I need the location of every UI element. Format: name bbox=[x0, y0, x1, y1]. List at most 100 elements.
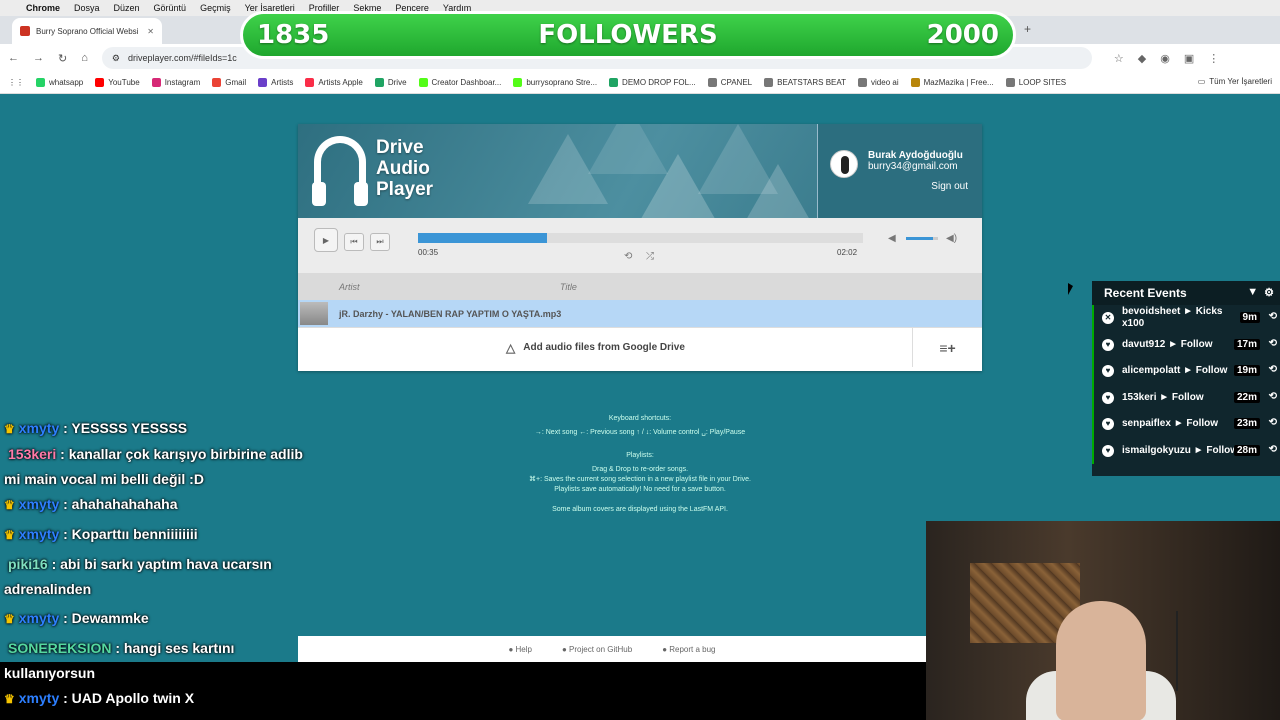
chat-message: 153keri : kanallar çok karışıyo birbirin… bbox=[4, 446, 303, 487]
playlist-header: Artist Title bbox=[298, 273, 982, 300]
volume-slider[interactable] bbox=[906, 237, 938, 240]
mute-icon[interactable]: ◀ bbox=[888, 233, 896, 244]
streamer bbox=[1056, 601, 1146, 720]
add-files-button[interactable]: Add audio files from Google Drive bbox=[523, 342, 685, 353]
replay-icon[interactable]: ⟲ bbox=[1269, 338, 1277, 349]
close-tab-icon[interactable]: ✕ bbox=[147, 27, 154, 36]
followers-goal: 2000 bbox=[926, 20, 999, 50]
menu-dosya[interactable]: Dosya bbox=[74, 3, 100, 13]
chat-message: ♛ xmyty : ahahahahahaha bbox=[0, 492, 320, 518]
user-email: burry34@gmail.com bbox=[868, 161, 958, 172]
heart-icon: ♥ bbox=[1102, 444, 1114, 457]
bookmark-item[interactable]: LOOP SITES bbox=[1005, 78, 1066, 87]
sign-out-link[interactable]: Sign out bbox=[931, 181, 968, 192]
puzzle-icon[interactable]: ▣ bbox=[1184, 52, 1194, 65]
extension-icon[interactable]: ◆ bbox=[1138, 52, 1146, 65]
heart-icon: ♥ bbox=[1102, 365, 1114, 377]
elapsed-time: 00:35 bbox=[418, 248, 439, 257]
followers-goal-bar: 1835 FOLLOWERS 2000 bbox=[240, 11, 1016, 59]
chat-overlay: ♛ xmyty : YESSSS YESSSS 153keri : kanalla… bbox=[0, 416, 320, 712]
bookmark-item[interactable]: Instagram bbox=[151, 78, 200, 87]
bookmark-item[interactable]: MazMazika | Free... bbox=[910, 78, 994, 87]
event-item[interactable]: ✕ bevoidsheet ► Kicks x100 9m ⟲ bbox=[1092, 305, 1280, 332]
bookmark-item[interactable]: YouTube bbox=[95, 78, 140, 87]
user-name: Burak Aydoğduoğlu bbox=[868, 150, 963, 161]
track-row[interactable]: jR. Darzhy - YALAN/BEN RAP YAPTIM O YAŞT… bbox=[298, 300, 982, 327]
column-artist[interactable]: Artist bbox=[339, 282, 560, 292]
recent-events-header: Recent Events ▼ ⚙ bbox=[1092, 281, 1280, 305]
previous-button[interactable]: ⏮ bbox=[344, 233, 364, 251]
github-link[interactable]: ● Project on GitHub bbox=[562, 645, 632, 654]
all-bookmarks[interactable]: ▭ Tüm Yer İşaretleri bbox=[1198, 77, 1272, 86]
avatar bbox=[830, 150, 858, 178]
chat-message: ♛ xmyty : Koparttıı benniiiiiiii bbox=[0, 522, 320, 548]
bookmark-star-icon[interactable]: ☆ bbox=[1114, 52, 1124, 65]
total-time: 02:02 bbox=[837, 248, 858, 257]
replay-icon[interactable]: ⟲ bbox=[1269, 444, 1277, 455]
event-item[interactable]: ♥ davut912 ► Follow 17m ⟲ bbox=[1092, 331, 1280, 358]
site-settings-icon[interactable]: ⚙ bbox=[112, 53, 120, 64]
microphone-arm bbox=[1176, 611, 1216, 691]
bookmark-item[interactable]: CPANEL bbox=[707, 78, 752, 87]
url-text: driveplayer.com/#fileIds=1c bbox=[127, 53, 237, 63]
playlist-add-icon[interactable]: ≡+ bbox=[912, 328, 982, 367]
menu-goruntu[interactable]: Görüntü bbox=[154, 3, 187, 13]
event-item[interactable]: ♥ 153keri ► Follow 22m ⟲ bbox=[1092, 384, 1280, 411]
site-favicon-icon bbox=[20, 26, 30, 36]
report-bug-link[interactable]: ● Report a bug bbox=[662, 645, 715, 654]
apps-grid-icon[interactable]: ⋮⋮ bbox=[8, 78, 24, 87]
volume-max-icon[interactable]: ◀) bbox=[946, 233, 957, 244]
record-icon[interactable]: ◉ bbox=[1160, 52, 1170, 65]
column-title[interactable]: Title bbox=[560, 282, 577, 292]
heart-icon: ♥ bbox=[1102, 338, 1114, 351]
bookmark-item[interactable]: Artists Apple bbox=[305, 78, 363, 87]
crown-icon: ♛ bbox=[4, 692, 15, 706]
crown-icon: ♛ bbox=[4, 612, 15, 626]
heart-icon: ♥ bbox=[1102, 391, 1114, 404]
bookmark-item[interactable]: BEATSTARS BEAT bbox=[764, 78, 846, 87]
play-button[interactable]: ▶ bbox=[314, 228, 338, 252]
reload-icon[interactable]: ↻ bbox=[58, 52, 67, 65]
filter-icon[interactable]: ▼ bbox=[1247, 286, 1258, 299]
drive-audio-player: Drive Audio Player Burak Aydoğduoğlu bur… bbox=[298, 124, 982, 371]
bookmark-item[interactable]: burrysoprano Stre... bbox=[513, 78, 597, 87]
gear-icon[interactable]: ⚙ bbox=[1264, 286, 1274, 299]
event-item[interactable]: ♥ senpaiflex ► Follow 23m ⟲ bbox=[1092, 411, 1280, 438]
menu-gecmis[interactable]: Geçmiş bbox=[200, 3, 231, 13]
recent-events-panel: Recent Events ▼ ⚙ ✕ bevoidsheet ► Kicks x1… bbox=[1092, 281, 1280, 476]
next-button[interactable]: ⏭ bbox=[370, 233, 390, 251]
event-item[interactable]: ♥ alicempolatt ► Follow 19m ⟲ bbox=[1092, 358, 1280, 385]
bookmark-item[interactable]: Gmail bbox=[212, 78, 246, 87]
shuffle-icon[interactable]: ⤮ bbox=[646, 251, 654, 262]
folder-icon: ▭ bbox=[1197, 77, 1206, 86]
shortcuts-info: Keyboard shortcuts: →: Next song ←: Prev… bbox=[529, 415, 751, 513]
forward-icon[interactable]: → bbox=[33, 52, 44, 64]
back-icon[interactable]: ← bbox=[8, 52, 19, 64]
bookmark-item[interactable]: Creator Dashboar... bbox=[418, 78, 501, 87]
new-tab-icon[interactable]: + bbox=[1024, 22, 1031, 36]
user-box: Burak Aydoğduoğlu burry34@gmail.com Sign… bbox=[817, 124, 982, 218]
crown-icon: ♛ bbox=[4, 422, 15, 436]
bookmark-item[interactable]: DEMO DROP FOL... bbox=[609, 78, 696, 87]
replay-icon[interactable]: ⟲ bbox=[1269, 364, 1277, 375]
chat-message: SONEREKSION : hangi ses kartını kullanıy… bbox=[4, 640, 235, 681]
menu-duzen[interactable]: Düzen bbox=[114, 3, 140, 13]
chat-message: ♛ xmyty : UAD Apollo twin X bbox=[0, 686, 320, 712]
replay-icon[interactable]: ⟲ bbox=[1269, 311, 1277, 322]
home-icon[interactable]: ⌂ bbox=[81, 52, 88, 64]
replay-icon[interactable]: ⟲ bbox=[1269, 391, 1277, 402]
bookmark-item[interactable]: video ai bbox=[858, 78, 899, 87]
event-item[interactable]: ♥ ismailgokyuzu ► Follow 28m ⟲ bbox=[1092, 437, 1280, 464]
menu-dots-icon[interactable]: ⋮ bbox=[1208, 52, 1219, 65]
bookmark-item[interactable]: whatsapp bbox=[36, 78, 83, 87]
help-link[interactable]: ● Help bbox=[508, 645, 532, 654]
bookmark-item[interactable]: Drive bbox=[374, 78, 407, 87]
progress-bar[interactable] bbox=[418, 233, 863, 243]
tab-active[interactable]: Burry Soprano Official Websi ✕ bbox=[12, 18, 162, 44]
player-logo: Drive Audio Player bbox=[312, 136, 433, 206]
menu-chrome[interactable]: Chrome bbox=[26, 3, 60, 13]
bookmark-item[interactable]: Artists bbox=[258, 78, 293, 87]
replay-icon[interactable]: ⟲ bbox=[1269, 417, 1277, 428]
repeat-icon[interactable]: ⟲ bbox=[624, 251, 632, 262]
progress-fill bbox=[418, 233, 548, 243]
